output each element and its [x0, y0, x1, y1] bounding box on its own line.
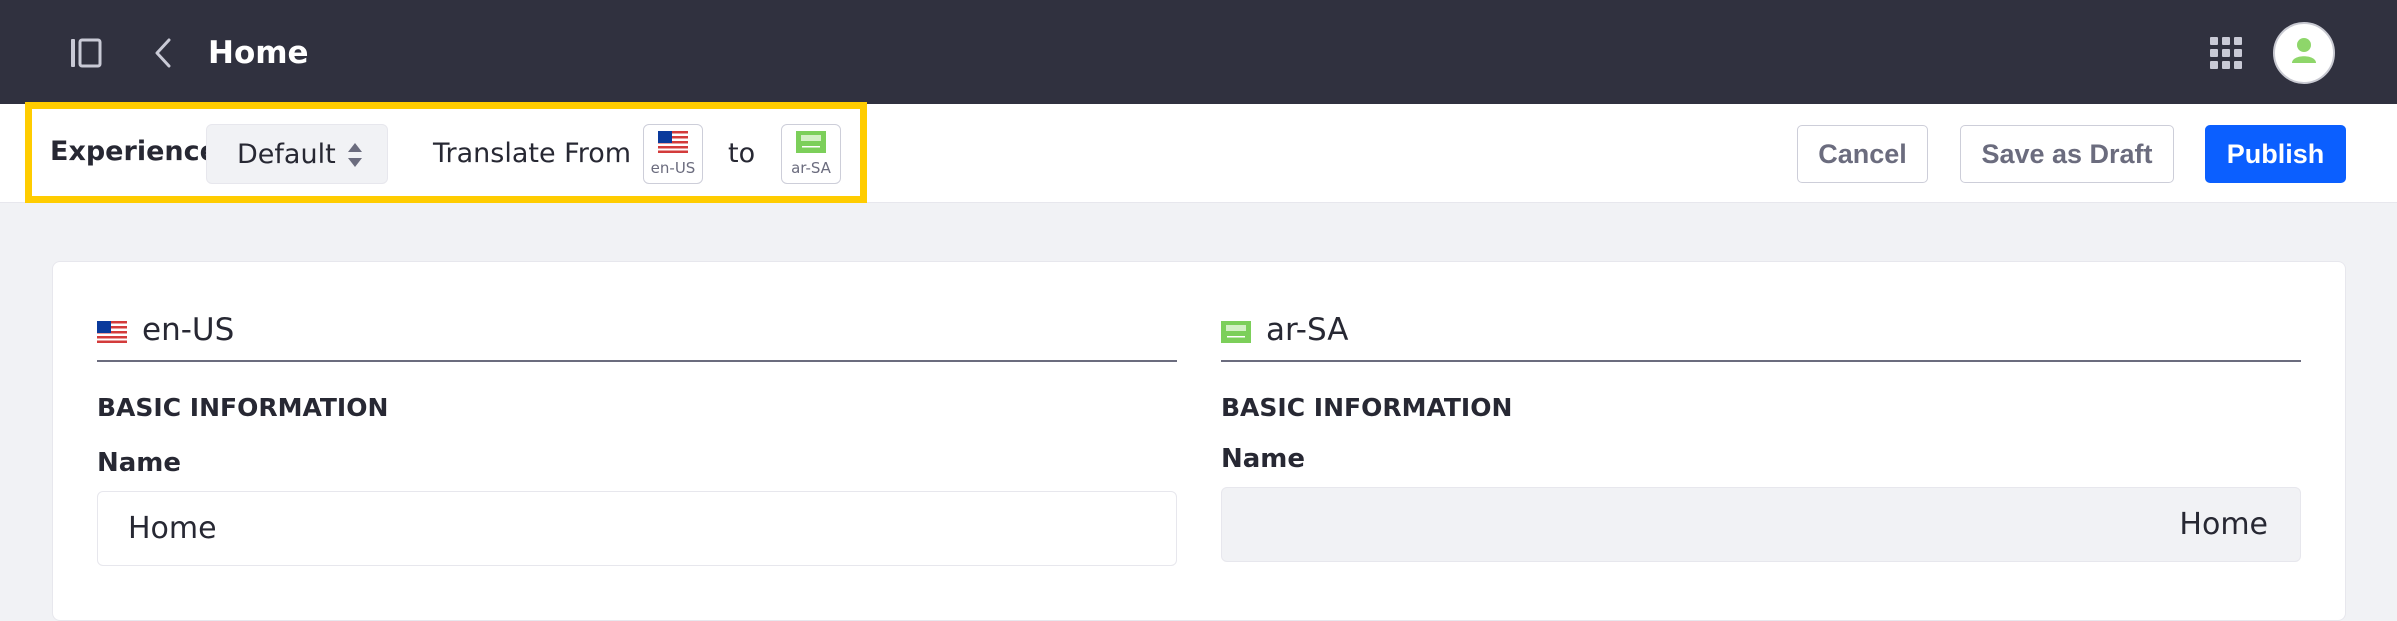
source-locale-code: en-US — [650, 159, 696, 177]
experience-selected-value: Default — [237, 138, 336, 170]
target-section-title: BASIC INFORMATION — [1221, 393, 1513, 422]
source-locale-button[interactable]: en-US — [643, 124, 703, 184]
target-locale-header: ar-SA — [1221, 312, 2301, 362]
source-section-title: BASIC INFORMATION — [97, 393, 389, 422]
target-name-label: Name — [1221, 444, 1306, 474]
user-avatar-icon — [2291, 37, 2317, 69]
translate-from-label: Translate From — [433, 138, 632, 169]
source-name-input[interactable]: Home — [97, 491, 1177, 566]
target-locale-title: ar-SA — [1266, 312, 1349, 348]
experience-label: Experience — [50, 136, 218, 167]
saudi-flag-icon — [1221, 321, 1251, 347]
us-flag-icon — [97, 321, 127, 347]
to-label: to — [728, 138, 756, 169]
apps-grid-icon[interactable] — [2210, 37, 2242, 69]
save-as-draft-button[interactable]: Save as Draft — [1960, 125, 2174, 183]
source-name-label: Name — [97, 448, 182, 478]
us-flag-icon — [658, 131, 688, 157]
experience-select[interactable]: Default — [206, 124, 388, 184]
chevron-left-icon[interactable] — [152, 38, 174, 68]
source-name-value: Home — [128, 511, 217, 546]
top-header: Home — [0, 0, 2397, 104]
target-name-input[interactable]: Home — [1221, 487, 2301, 562]
publish-button[interactable]: Publish — [2205, 125, 2346, 183]
source-locale-header: en-US — [97, 312, 1177, 362]
target-name-value: Home — [2179, 507, 2268, 542]
saudi-flag-icon — [796, 131, 826, 157]
cancel-button[interactable]: Cancel — [1797, 125, 1928, 183]
select-caret-icon — [347, 142, 363, 168]
target-locale-button[interactable]: ar-SA — [781, 124, 841, 184]
target-locale-code: ar-SA — [791, 159, 831, 177]
user-avatar[interactable] — [2273, 22, 2335, 84]
page-title: Home — [208, 35, 309, 71]
translation-card: en-US BASIC INFORMATION Name Home ar-SA … — [52, 261, 2346, 621]
sidebar-toggle-icon[interactable] — [70, 38, 102, 68]
source-locale-title: en-US — [142, 312, 235, 348]
